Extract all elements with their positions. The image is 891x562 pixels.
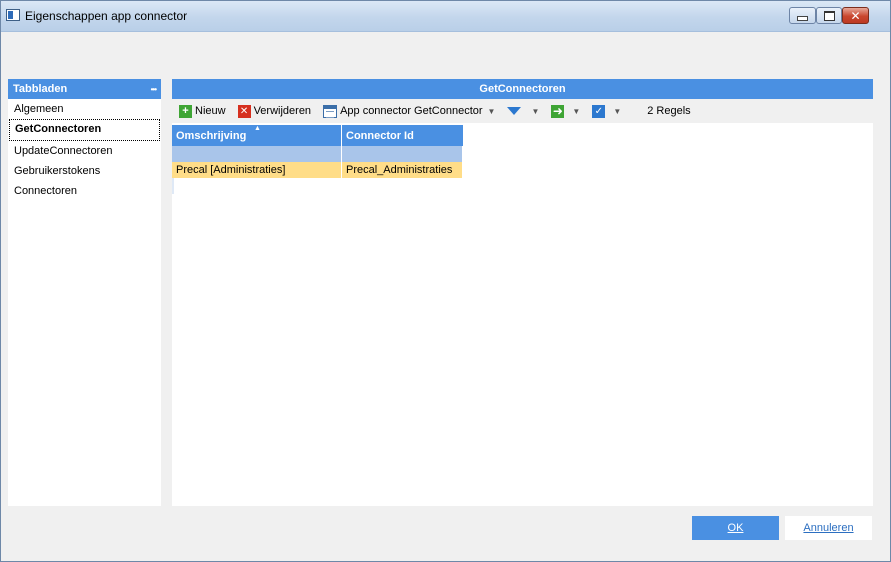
minimize-button[interactable] bbox=[789, 7, 816, 24]
row-indicator bbox=[172, 178, 174, 194]
close-icon: ✕ bbox=[850, 8, 861, 23]
maximize-icon bbox=[823, 10, 835, 21]
filter-dropdown[interactable]: ▼ bbox=[507, 107, 539, 116]
ok-button[interactable]: OK bbox=[692, 516, 779, 540]
cell-omschrijving[interactable]: Precal [Administraties] bbox=[172, 162, 342, 178]
select-dropdown[interactable]: ✓ ▼ bbox=[592, 104, 622, 118]
chevron-down-icon: ▼ bbox=[531, 106, 540, 116]
grid-header: Omschrijving ▲ Connector Id bbox=[172, 125, 463, 146]
list-icon bbox=[323, 104, 338, 118]
column-header-omschrijving[interactable]: Omschrijving ▲ bbox=[172, 125, 342, 146]
plus-icon: + bbox=[179, 104, 192, 118]
column-header-label: Connector Id bbox=[346, 129, 414, 142]
row-count: 2 Regels bbox=[647, 105, 691, 117]
cancel-button[interactable]: Annuleren bbox=[785, 516, 872, 540]
chevron-down-icon: ▼ bbox=[487, 106, 496, 116]
filter-cell-connector-id[interactable] bbox=[342, 146, 463, 162]
tabs-menu-icon[interactable]: ••• bbox=[151, 85, 157, 94]
column-header-connector-id[interactable]: Connector Id bbox=[342, 125, 463, 146]
tab-gebruikerstokens[interactable]: Gebruikerstokens bbox=[8, 161, 161, 181]
minimize-icon bbox=[797, 16, 808, 21]
app-connector-label: App connector GetConnector bbox=[340, 105, 483, 117]
filter-cell-omschrijving[interactable] bbox=[172, 146, 342, 162]
data-grid: Omschrijving ▲ Connector Id Precal [Admi… bbox=[172, 125, 463, 194]
arrow-right-icon: ➜ bbox=[551, 103, 565, 118]
cell-connector-id[interactable]: Precal_Administraties bbox=[342, 162, 463, 178]
table-row[interactable]: Precal [Administraties] Precal_Administr… bbox=[172, 162, 463, 178]
title-bar[interactable]: Eigenschappen app connector ✕ bbox=[1, 1, 890, 32]
tab-getconnectoren[interactable]: GetConnectoren bbox=[9, 119, 160, 141]
app-connector-dropdown[interactable]: App connector GetConnector ▼ bbox=[323, 104, 496, 118]
app-window-icon bbox=[6, 9, 20, 21]
delete-button[interactable]: ✕ Verwijderen bbox=[237, 104, 312, 118]
filter-icon bbox=[507, 107, 522, 115]
chevron-down-icon: ▼ bbox=[613, 106, 622, 116]
checkbox-icon: ✓ bbox=[592, 104, 606, 118]
sort-ascending-icon: ▲ bbox=[254, 125, 261, 132]
window-title: Eigenschappen app connector bbox=[25, 9, 188, 23]
tab-updateconnectoren[interactable]: UpdateConnectoren bbox=[8, 141, 161, 161]
tabs-panel: Tabbladen ••• Algemeen GetConnectoren Up… bbox=[8, 79, 161, 506]
column-header-label: Omschrijving bbox=[176, 129, 247, 142]
chevron-down-icon: ▼ bbox=[572, 106, 581, 116]
panel-title: GetConnectoren bbox=[172, 79, 873, 99]
tabs-header-label: Tabbladen bbox=[13, 83, 68, 95]
maximize-button[interactable] bbox=[816, 7, 842, 24]
delete-icon: ✕ bbox=[237, 104, 251, 118]
dialog-window: Eigenschappen app connector ✕ Tabbladen … bbox=[0, 0, 891, 562]
tab-connectoren[interactable]: Connectoren bbox=[8, 181, 161, 201]
close-button[interactable]: ✕ bbox=[842, 7, 869, 24]
toolbar: + Nieuw ✕ Verwijderen App connector GetC… bbox=[172, 99, 873, 123]
delete-label: Verwijderen bbox=[253, 105, 312, 117]
new-button[interactable]: + Nieuw bbox=[179, 104, 226, 118]
navigate-dropdown[interactable]: ➜ ▼ bbox=[551, 103, 581, 118]
new-label: Nieuw bbox=[195, 105, 226, 117]
tabs-header: Tabbladen ••• bbox=[8, 79, 161, 99]
main-panel: GetConnectoren + Nieuw ✕ Verwijderen App… bbox=[172, 79, 873, 506]
grid-filter-row bbox=[172, 146, 463, 162]
tab-algemeen[interactable]: Algemeen bbox=[8, 99, 161, 119]
